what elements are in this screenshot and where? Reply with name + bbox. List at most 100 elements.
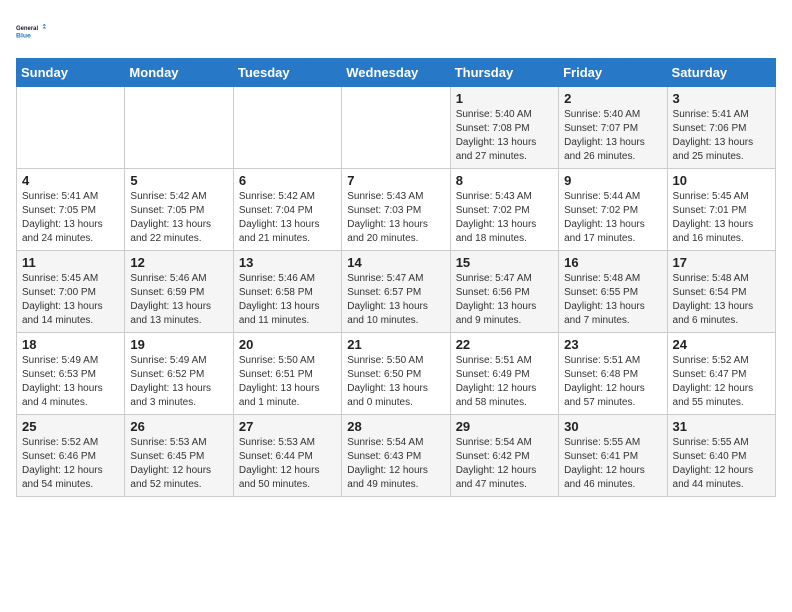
page-header: General Blue [16, 16, 776, 48]
day-number: 24 [673, 337, 770, 352]
calendar-cell: 22Sunrise: 5:51 AM Sunset: 6:49 PM Dayli… [450, 333, 558, 415]
day-number: 15 [456, 255, 553, 270]
day-info: Sunrise: 5:41 AM Sunset: 7:05 PM Dayligh… [22, 190, 119, 246]
day-info: Sunrise: 5:49 AM Sunset: 6:53 PM Dayligh… [22, 354, 119, 410]
day-number: 20 [239, 337, 336, 352]
header-day: Saturday [667, 59, 775, 87]
day-info: Sunrise: 5:45 AM Sunset: 7:01 PM Dayligh… [673, 190, 770, 246]
day-number: 17 [673, 255, 770, 270]
day-info: Sunrise: 5:47 AM Sunset: 6:57 PM Dayligh… [347, 272, 444, 328]
day-number: 6 [239, 173, 336, 188]
day-number: 3 [673, 91, 770, 106]
day-number: 22 [456, 337, 553, 352]
calendar-week: 1 Sunrise: 5:40 AM Sunset: 7:08 PM Daylig… [17, 87, 776, 169]
day-info: Sunrise: 5:53 AM Sunset: 6:44 PM Dayligh… [239, 436, 336, 492]
day-number: 25 [22, 419, 119, 434]
calendar-cell [342, 87, 450, 169]
day-info: Sunrise: 5:48 AM Sunset: 6:54 PM Dayligh… [673, 272, 770, 328]
day-number: 27 [239, 419, 336, 434]
header-row: SundayMondayTuesdayWednesdayThursdayFrid… [17, 59, 776, 87]
calendar-cell: 5 Sunrise: 5:42 AM Sunset: 7:05 PM Daylig… [125, 169, 233, 251]
day-number: 29 [456, 419, 553, 434]
day-number: 16 [564, 255, 661, 270]
header-day: Friday [559, 59, 667, 87]
calendar-week: 4Sunrise: 5:41 AM Sunset: 7:05 PM Daylig… [17, 169, 776, 251]
calendar-cell: 13 Sunrise: 5:46 AM Sunset: 6:58 PM Dayli… [233, 251, 341, 333]
day-info: Sunrise: 5:44 AM Sunset: 7:02 PM Dayligh… [564, 190, 661, 246]
day-number: 9 [564, 173, 661, 188]
day-info: Sunrise: 5:43 AM Sunset: 7:02 PM Dayligh… [456, 190, 553, 246]
calendar-cell: 29 Sunrise: 5:54 AM Sunset: 6:42 PM Dayli… [450, 415, 558, 497]
day-number: 11 [22, 255, 119, 270]
calendar-cell: 31Sunrise: 5:55 AM Sunset: 6:40 PM Dayli… [667, 415, 775, 497]
day-info: Sunrise: 5:52 AM Sunset: 6:46 PM Dayligh… [22, 436, 119, 492]
calendar-cell: 23Sunrise: 5:51 AM Sunset: 6:48 PM Dayli… [559, 333, 667, 415]
calendar-cell: 15 Sunrise: 5:47 AM Sunset: 6:56 PM Dayli… [450, 251, 558, 333]
day-info: Sunrise: 5:45 AM Sunset: 7:00 PM Dayligh… [22, 272, 119, 328]
calendar-cell [17, 87, 125, 169]
calendar-cell: 9 Sunrise: 5:44 AM Sunset: 7:02 PM Daylig… [559, 169, 667, 251]
day-number: 14 [347, 255, 444, 270]
calendar-week: 11 Sunrise: 5:45 AM Sunset: 7:00 PM Dayli… [17, 251, 776, 333]
day-number: 1 [456, 91, 553, 106]
calendar-cell [125, 87, 233, 169]
calendar-cell: 21Sunrise: 5:50 AM Sunset: 6:50 PM Dayli… [342, 333, 450, 415]
day-info: Sunrise: 5:55 AM Sunset: 6:40 PM Dayligh… [673, 436, 770, 492]
calendar-cell: 1 Sunrise: 5:40 AM Sunset: 7:08 PM Daylig… [450, 87, 558, 169]
calendar-cell: 12Sunrise: 5:46 AM Sunset: 6:59 PM Dayli… [125, 251, 233, 333]
day-info: Sunrise: 5:40 AM Sunset: 7:08 PM Dayligh… [456, 108, 553, 164]
day-info: Sunrise: 5:46 AM Sunset: 6:59 PM Dayligh… [130, 272, 227, 328]
day-info: Sunrise: 5:49 AM Sunset: 6:52 PM Dayligh… [130, 354, 227, 410]
calendar-cell: 2 Sunrise: 5:40 AM Sunset: 7:07 PM Daylig… [559, 87, 667, 169]
calendar-cell: 27 Sunrise: 5:53 AM Sunset: 6:44 PM Dayli… [233, 415, 341, 497]
calendar-cell: 24 Sunrise: 5:52 AM Sunset: 6:47 PM Dayli… [667, 333, 775, 415]
calendar-cell: 19 Sunrise: 5:49 AM Sunset: 6:52 PM Dayli… [125, 333, 233, 415]
day-info: Sunrise: 5:40 AM Sunset: 7:07 PM Dayligh… [564, 108, 661, 164]
logo: General Blue [16, 16, 48, 48]
day-info: Sunrise: 5:42 AM Sunset: 7:04 PM Dayligh… [239, 190, 336, 246]
calendar-week: 18 Sunrise: 5:49 AM Sunset: 6:53 PM Dayli… [17, 333, 776, 415]
day-info: Sunrise: 5:46 AM Sunset: 6:58 PM Dayligh… [239, 272, 336, 328]
calendar-cell: 6 Sunrise: 5:42 AM Sunset: 7:04 PM Daylig… [233, 169, 341, 251]
calendar-cell: 30Sunrise: 5:55 AM Sunset: 6:41 PM Dayli… [559, 415, 667, 497]
calendar-cell: 3Sunrise: 5:41 AM Sunset: 7:06 PM Daylig… [667, 87, 775, 169]
day-info: Sunrise: 5:48 AM Sunset: 6:55 PM Dayligh… [564, 272, 661, 328]
svg-text:Blue: Blue [16, 32, 31, 39]
day-info: Sunrise: 5:52 AM Sunset: 6:47 PM Dayligh… [673, 354, 770, 410]
day-info: Sunrise: 5:42 AM Sunset: 7:05 PM Dayligh… [130, 190, 227, 246]
day-number: 13 [239, 255, 336, 270]
calendar-cell: 8 Sunrise: 5:43 AM Sunset: 7:02 PM Daylig… [450, 169, 558, 251]
day-number: 18 [22, 337, 119, 352]
calendar-cell [233, 87, 341, 169]
calendar-header: SundayMondayTuesdayWednesdayThursdayFrid… [17, 59, 776, 87]
header-day: Monday [125, 59, 233, 87]
calendar-body: 1 Sunrise: 5:40 AM Sunset: 7:08 PM Daylig… [17, 87, 776, 497]
day-number: 2 [564, 91, 661, 106]
calendar-cell: 26Sunrise: 5:53 AM Sunset: 6:45 PM Dayli… [125, 415, 233, 497]
day-number: 19 [130, 337, 227, 352]
calendar-cell: 14 Sunrise: 5:47 AM Sunset: 6:57 PM Dayli… [342, 251, 450, 333]
calendar-cell: 16 Sunrise: 5:48 AM Sunset: 6:55 PM Dayli… [559, 251, 667, 333]
day-info: Sunrise: 5:43 AM Sunset: 7:03 PM Dayligh… [347, 190, 444, 246]
header-day: Wednesday [342, 59, 450, 87]
day-number: 10 [673, 173, 770, 188]
calendar-cell: 4Sunrise: 5:41 AM Sunset: 7:05 PM Daylig… [17, 169, 125, 251]
day-number: 21 [347, 337, 444, 352]
header-day: Tuesday [233, 59, 341, 87]
calendar-cell: 20 Sunrise: 5:50 AM Sunset: 6:51 PM Dayli… [233, 333, 341, 415]
day-number: 26 [130, 419, 227, 434]
day-info: Sunrise: 5:47 AM Sunset: 6:56 PM Dayligh… [456, 272, 553, 328]
day-info: Sunrise: 5:51 AM Sunset: 6:48 PM Dayligh… [564, 354, 661, 410]
day-info: Sunrise: 5:50 AM Sunset: 6:51 PM Dayligh… [239, 354, 336, 410]
calendar-cell: 11 Sunrise: 5:45 AM Sunset: 7:00 PM Dayli… [17, 251, 125, 333]
calendar-table: SundayMondayTuesdayWednesdayThursdayFrid… [16, 58, 776, 497]
header-day: Sunday [17, 59, 125, 87]
calendar-cell: 28Sunrise: 5:54 AM Sunset: 6:43 PM Dayli… [342, 415, 450, 497]
calendar-cell: 18 Sunrise: 5:49 AM Sunset: 6:53 PM Dayli… [17, 333, 125, 415]
calendar-cell: 25 Sunrise: 5:52 AM Sunset: 6:46 PM Dayli… [17, 415, 125, 497]
day-number: 8 [456, 173, 553, 188]
day-info: Sunrise: 5:54 AM Sunset: 6:42 PM Dayligh… [456, 436, 553, 492]
calendar-week: 25 Sunrise: 5:52 AM Sunset: 6:46 PM Dayli… [17, 415, 776, 497]
calendar-cell: 17 Sunrise: 5:48 AM Sunset: 6:54 PM Dayli… [667, 251, 775, 333]
day-number: 5 [130, 173, 227, 188]
